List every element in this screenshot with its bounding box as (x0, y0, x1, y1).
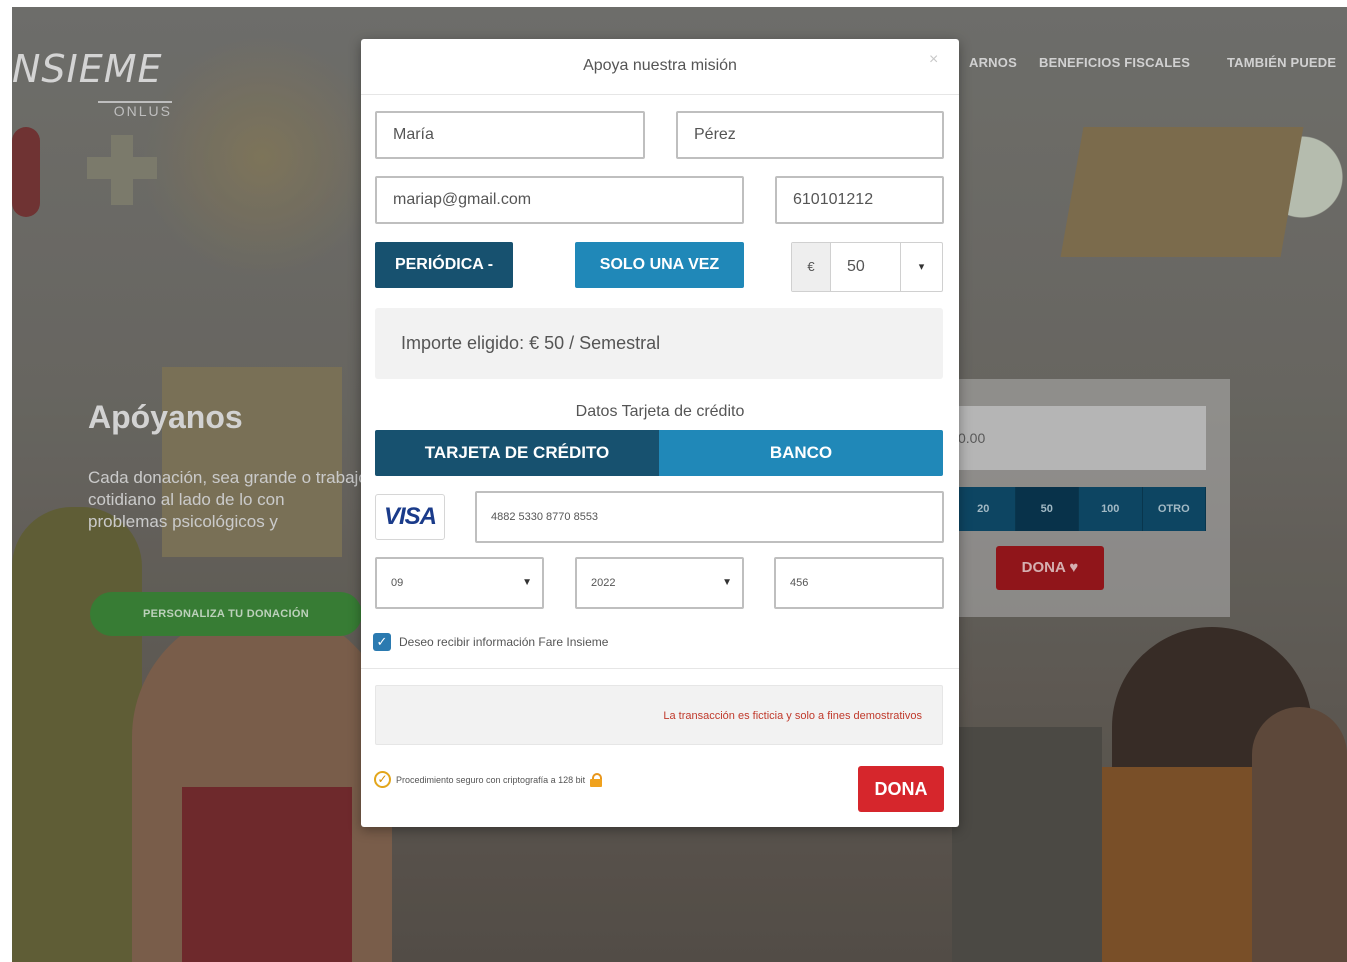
card-number-field[interactable]: 4882 5330 8770 8553 (475, 491, 944, 543)
chevron-down-icon: ▼ (722, 577, 732, 588)
checkbox-checked-icon[interactable]: ✓ (373, 633, 391, 651)
one-time-donation-button[interactable]: SOLO UNA VEZ (575, 242, 744, 288)
lock-icon (590, 772, 603, 787)
chosen-amount-summary: Importe eligido: € 50 / Semestral (375, 308, 943, 379)
check-circle-icon: ✓ (374, 771, 391, 788)
first-name-field[interactable]: María (375, 111, 645, 159)
chevron-down-icon: ▼ (522, 577, 532, 588)
expiry-month-select[interactable]: 09 ▼ (375, 557, 544, 609)
modal-header-divider (361, 94, 959, 95)
currency-symbol: € (792, 243, 831, 291)
visa-logo: VISA (375, 494, 445, 540)
demo-notice: La transacción es ficticia y solo a fine… (375, 685, 943, 745)
tab-credit-card[interactable]: TARJETA DE CRÉDITO (375, 430, 659, 476)
cvv-field[interactable]: 456 (774, 557, 944, 609)
modal-title: Apoya nuestra misión (583, 57, 737, 74)
newsletter-label: Deseo recibir información Fare Insieme (399, 635, 609, 649)
chevron-down-icon[interactable]: ▾ (901, 243, 942, 291)
tab-bank[interactable]: BANCO (659, 430, 943, 476)
expiry-year-value: 2022 (591, 577, 616, 589)
newsletter-option[interactable]: ✓ Deseo recibir información Fare Insieme (373, 633, 608, 651)
card-section-label: Datos Tarjeta de crédito (575, 403, 745, 420)
donation-modal: Apoya nuestra misión × María Pérez maria… (361, 39, 959, 827)
close-icon[interactable]: × (929, 51, 938, 69)
expiry-year-select[interactable]: 2022 ▼ (575, 557, 744, 609)
email-field[interactable]: mariap@gmail.com (375, 176, 744, 224)
secure-procedure-info: ✓ Procedimiento seguro con criptografía … (374, 771, 603, 788)
periodic-donation-button[interactable]: PERIÓDICA - (375, 242, 513, 288)
cvv-value: 456 (790, 577, 809, 589)
expiry-month-value: 09 (391, 577, 404, 589)
amount-selector: € 50 ▾ (791, 242, 943, 292)
donate-button[interactable]: DONA (858, 766, 944, 812)
last-name-field[interactable]: Pérez (676, 111, 944, 159)
modal-body-divider (361, 668, 959, 669)
amount-input[interactable]: 50 (831, 243, 901, 291)
payment-method-tabs: TARJETA DE CRÉDITO BANCO (375, 430, 943, 476)
secure-label: Procedimiento seguro con criptografía a … (396, 774, 586, 785)
phone-field[interactable]: 610101212 (775, 176, 944, 224)
